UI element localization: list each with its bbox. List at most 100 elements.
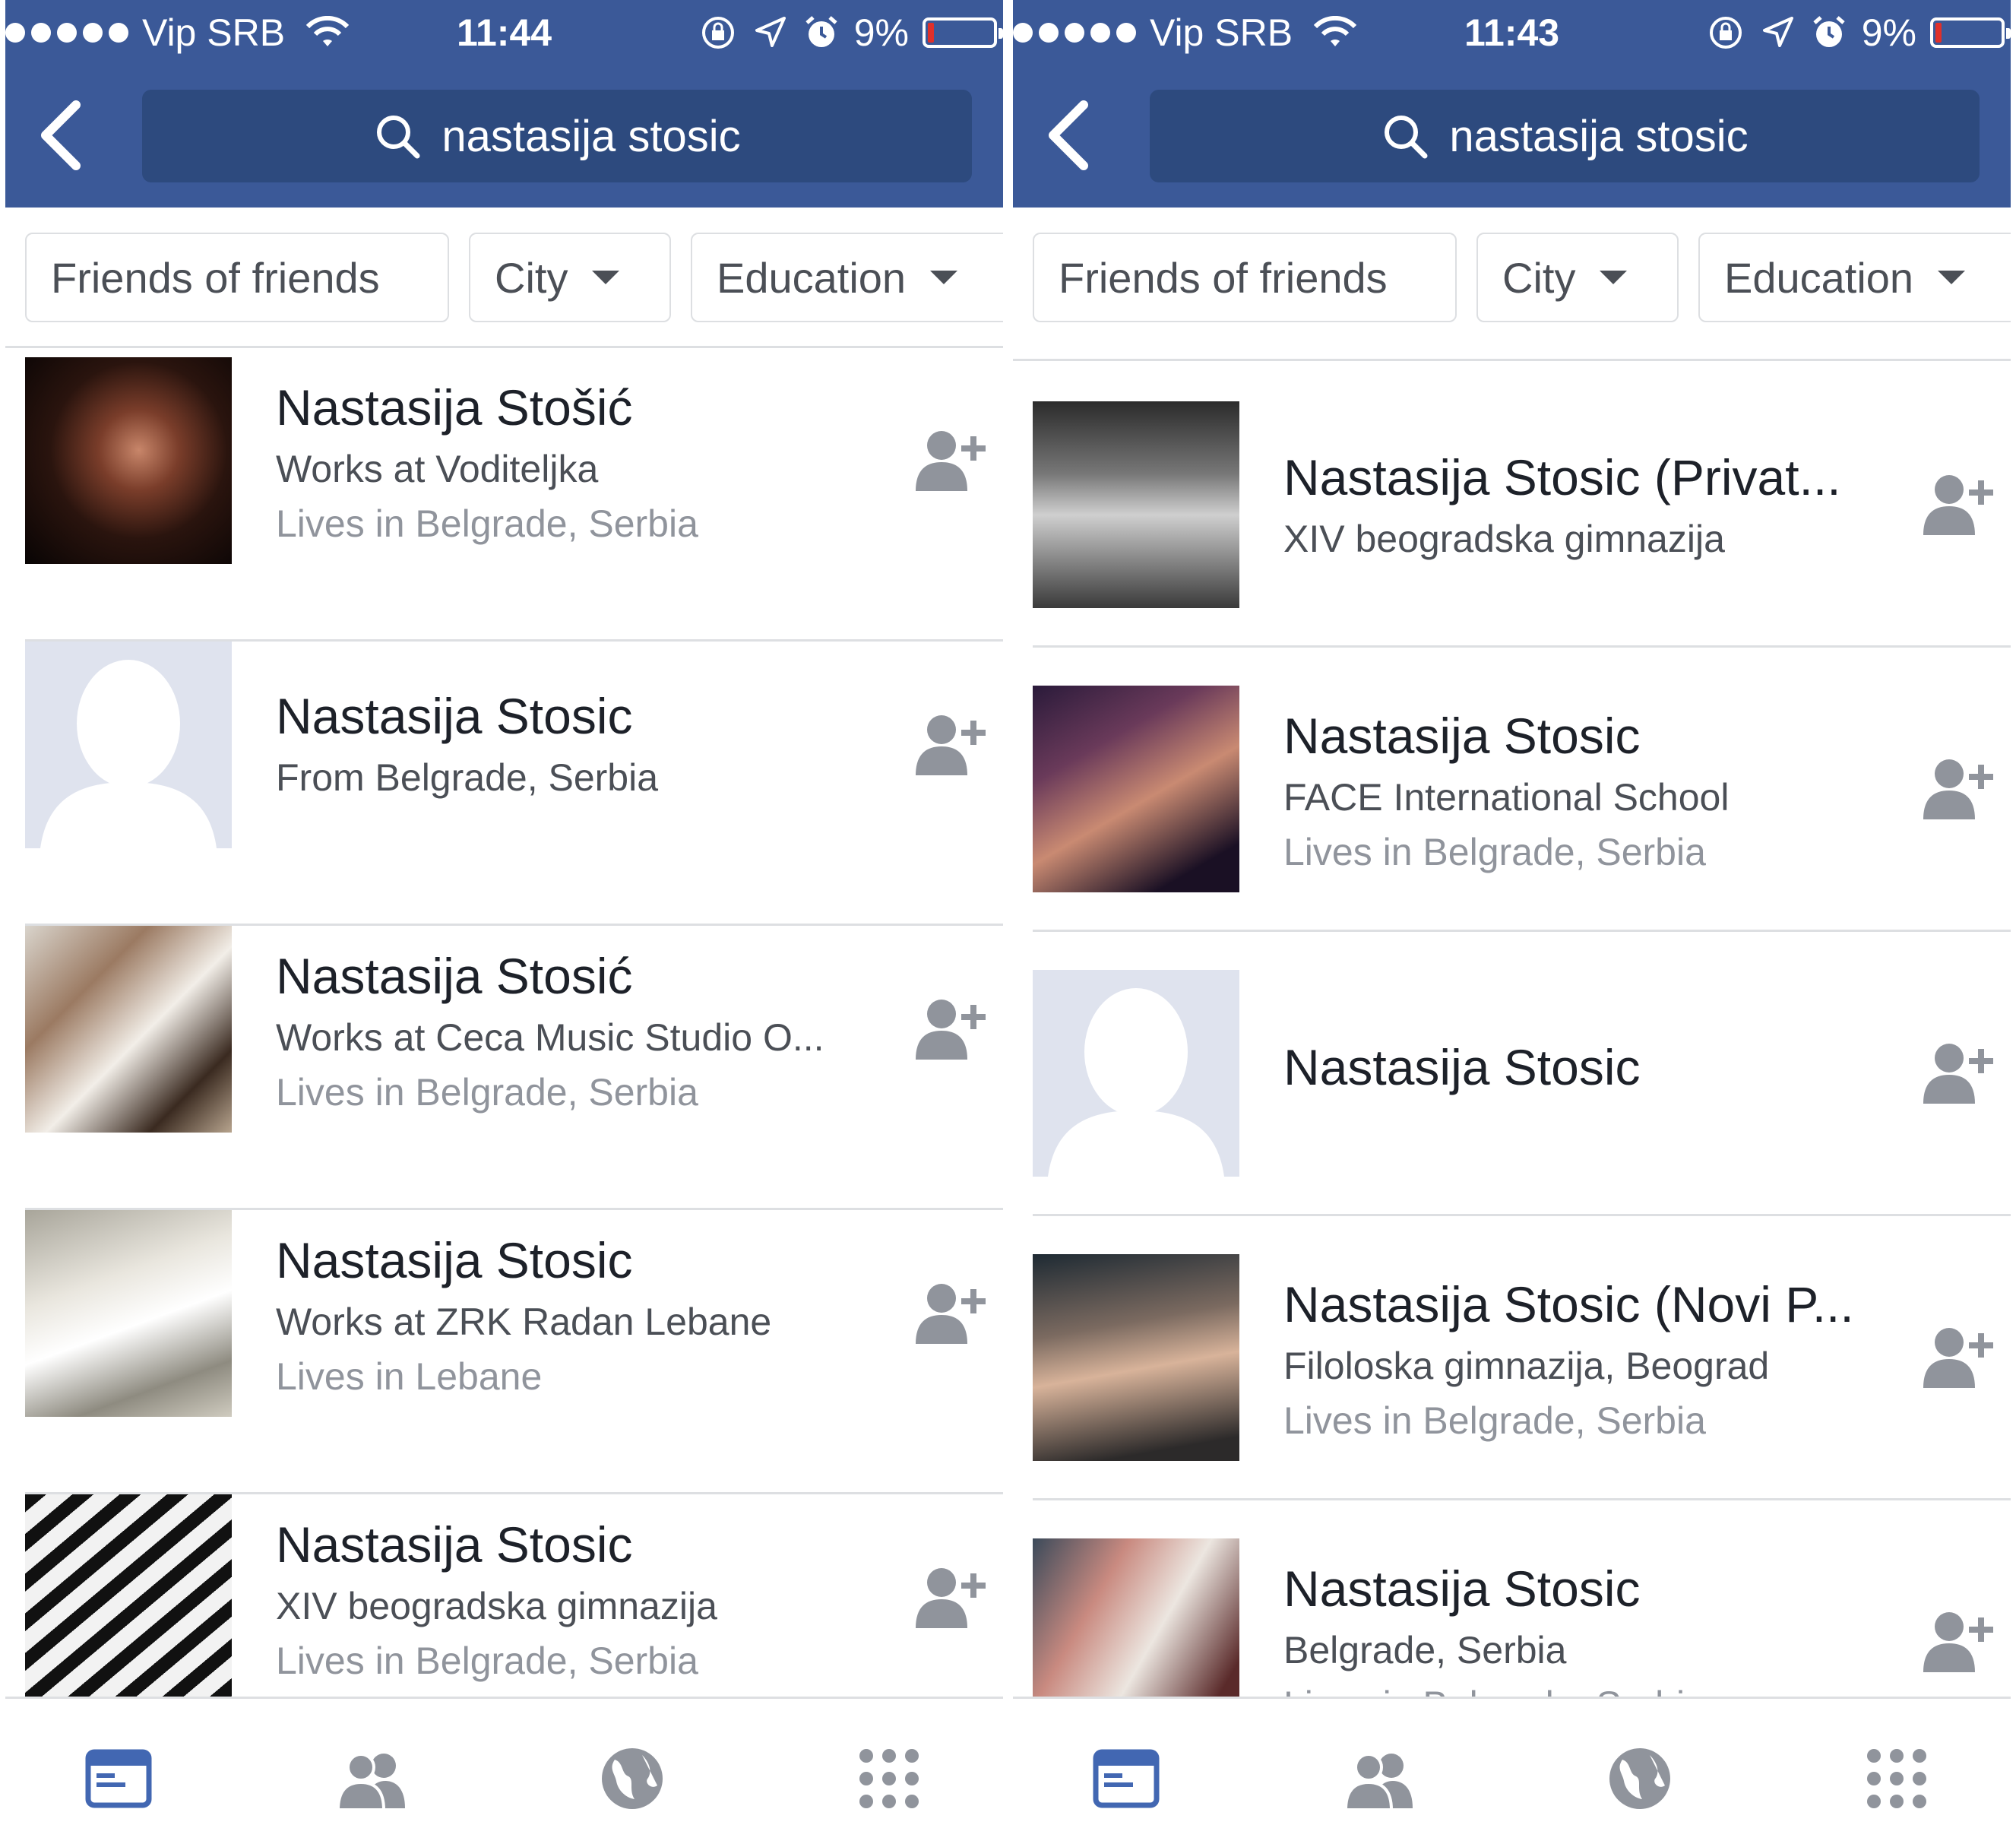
profile-photo[interactable] [25,357,232,564]
alarm-icon [805,16,837,47]
rotation-lock-icon [1709,17,1742,49]
friends-icon[interactable] [338,1744,407,1813]
result-name[interactable]: Nastasija Stosic [1283,1038,1907,1096]
add-friend-icon[interactable] [913,426,989,494]
add-friend-icon[interactable] [1920,1038,1996,1107]
chevron-down-icon [930,271,958,284]
filter-city[interactable]: City [469,233,671,322]
back-arrow-icon[interactable] [34,97,87,173]
profile-photo[interactable] [25,1210,232,1417]
result-detail: From Belgrade, Serbia [276,756,659,799]
profile-photo[interactable] [25,926,232,1133]
result-location: Lives in Belgrade, Serbia [1283,831,1706,873]
result-row[interactable]: Nastasija Stosic (Novi P... Filoloska gi… [1033,1216,2011,1500]
filter-bar: Friends of friends City Education [1033,233,2011,324]
header-bar: Vip SRB 11:43 9% nastasija stosic [1013,0,2011,208]
bottom-tab-bar [5,1697,1003,1825]
search-query: nastasija stosic [1449,111,1749,161]
search-icon [377,116,420,159]
chevron-down-icon [1600,271,1628,284]
result-name[interactable]: Nastasija Stosic [276,1516,899,1573]
profile-photo[interactable] [1033,1254,1239,1461]
rotation-lock-icon [701,17,734,49]
news-feed-icon[interactable] [1092,1744,1160,1813]
bottom-tab-bar [1013,1697,2011,1825]
divider [5,346,1003,348]
filter-friends-of-friends[interactable]: Friends of friends [1033,233,1457,322]
chevron-down-icon [1938,271,1966,284]
result-location: Lives in Belgrade, Serbia [276,1071,698,1114]
result-row[interactable]: Nastasija Stosic From Belgrade, Serbia [25,642,1003,926]
result-detail: XIV beogradska gimnazija [276,1585,717,1627]
add-friend-icon[interactable] [913,1563,989,1631]
globe-icon[interactable] [1606,1744,1674,1813]
result-location: Lives in Lebane [276,1355,543,1398]
add-friend-icon[interactable] [1920,470,1996,538]
result-detail: Works at Ceca Music Studio O... [276,1016,824,1059]
search-query: nastasija stosic [441,111,741,161]
filter-label: Education [1724,253,1914,302]
result-location: Lives in Belgrade, Serbia [276,502,698,545]
news-feed-icon[interactable] [84,1744,153,1813]
battery-percent: 9% [853,11,909,54]
add-friend-icon[interactable] [1920,754,1996,822]
result-name[interactable]: Nastasija Stosic (Privat... [1283,448,1907,506]
add-friend-icon[interactable] [1920,1607,1996,1675]
filter-label: Friends of friends [51,253,380,302]
search-input[interactable]: nastasija stosic [1150,90,1980,182]
result-name[interactable]: Nastasija Stošić [276,379,899,436]
profile-photo[interactable] [25,1494,232,1701]
result-name[interactable]: Nastasija Stosic [276,1231,899,1289]
back-arrow-icon[interactable] [1042,97,1095,173]
add-friend-icon[interactable] [913,994,989,1063]
result-row[interactable]: Nastasija Stošić Works at Voditeljka Liv… [25,357,1003,642]
friends-icon[interactable] [1346,1744,1414,1813]
result-name[interactable]: Nastasija Stosic (Novi P... [1283,1275,1907,1333]
battery-icon [1930,17,2011,48]
battery-icon [923,17,1003,48]
default-avatar-icon[interactable] [1033,970,1239,1177]
filter-education[interactable]: Education [1698,233,2011,322]
screen-separator [1003,0,1013,1825]
chevron-down-icon [592,271,620,284]
add-friend-icon[interactable] [913,1278,989,1347]
result-row[interactable]: Nastasija Stosic FACE International Scho… [1033,648,2011,932]
result-row[interactable]: Nastasija Stosić Works at Ceca Music Stu… [25,926,1003,1210]
profile-photo[interactable] [1033,401,1239,608]
header-bar: Vip SRB 11:44 9% nastasija stosic [5,0,1003,208]
result-row[interactable]: Nastasija Stosic (Privat... XIV beograds… [1033,363,2011,648]
search-input[interactable]: nastasija stosic [142,90,972,182]
filter-label: City [495,253,568,302]
filter-city[interactable]: City [1476,233,1679,322]
globe-icon[interactable] [598,1744,666,1813]
status-bar: Vip SRB 11:43 9% [1013,0,2011,65]
alarm-icon [1813,16,1845,47]
default-avatar-icon[interactable] [25,642,232,848]
result-name[interactable]: Nastasija Stosic [276,687,899,745]
menu-grid-icon[interactable] [855,1744,923,1813]
add-friend-icon[interactable] [913,710,989,778]
status-bar: Vip SRB 11:44 9% [5,0,1003,65]
menu-grid-icon[interactable] [1863,1744,1931,1813]
result-row[interactable]: Nastasija Stosic Works at ZRK Radan Leba… [25,1210,1003,1494]
result-detail: FACE International School [1283,776,1730,819]
result-detail: Works at Voditeljka [276,448,599,490]
search-icon [1385,116,1428,159]
battery-percent: 9% [1861,11,1916,54]
screenshot-pair: Vip SRB 11:44 9% nastasija stosic Friend… [0,0,2016,1825]
result-detail: Belgrade, Serbia [1283,1629,1567,1671]
phone-screen-right: Vip SRB 11:43 9% nastasija stosic Friend… [1013,0,2011,1825]
result-name[interactable]: Nastasija Stosić [276,947,899,1005]
filter-label: Education [717,253,907,302]
result-detail: XIV beogradska gimnazija [1283,518,1725,560]
result-name[interactable]: Nastasija Stosic [1283,1560,1907,1617]
result-detail: Works at ZRK Radan Lebane [276,1301,772,1343]
filter-friends-of-friends[interactable]: Friends of friends [25,233,449,322]
filter-label: Friends of friends [1059,253,1388,302]
filter-education[interactable]: Education [691,233,1003,322]
filter-bar: Friends of friends City Education [25,233,1003,324]
profile-photo[interactable] [1033,686,1239,892]
result-row[interactable]: Nastasija Stosic [1033,932,2011,1216]
result-name[interactable]: Nastasija Stosic [1283,707,1907,765]
add-friend-icon[interactable] [1920,1323,1996,1391]
